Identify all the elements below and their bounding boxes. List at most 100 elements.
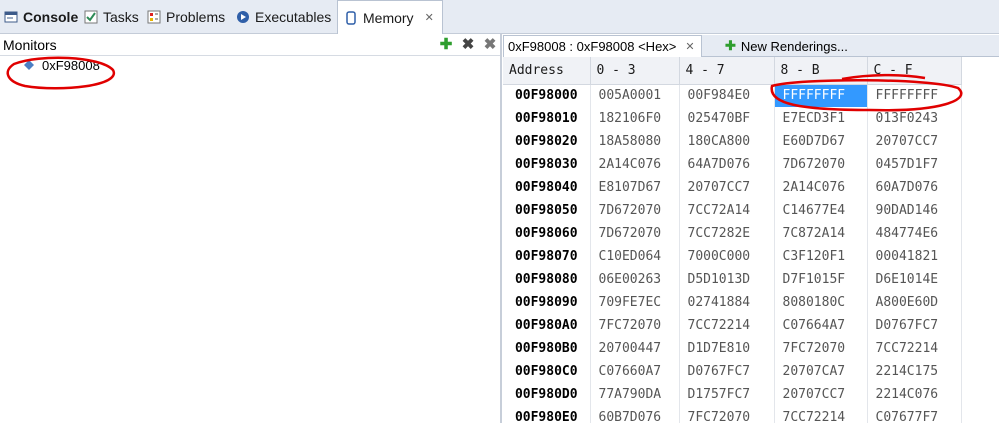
memory-value-cell[interactable]: 64A7D076	[679, 153, 775, 176]
memory-value-cell[interactable]: D6E1014E	[867, 268, 962, 291]
table-row[interactable]: 00F980A0 7FC72070 7CC72214 C07664A7 D0767FC7	[503, 314, 962, 337]
table-row[interactable]: 00F98080 06E00263 D5D1013D D7F1015F D6E1014E	[503, 268, 962, 291]
pane-divider[interactable]	[500, 34, 502, 423]
memory-value-cell[interactable]: 8080180C	[774, 291, 868, 314]
column-header-0-3[interactable]: 0 - 3	[590, 57, 680, 85]
memory-value-cell[interactable]: 005A0001	[590, 84, 680, 107]
memory-value-cell[interactable]: D1757FC7	[679, 383, 775, 406]
tab-hex-rendering[interactable]: 0xF98008 : 0xF98008 <Hex> ✕	[503, 35, 702, 57]
monitors-pane: Monitors ✚ ✖ ✖ 0xF98008	[0, 34, 502, 423]
table-row[interactable]: 00F98060 7D672070 7CC7282E 7C872A14 484774E6	[503, 222, 962, 245]
table-row[interactable]: 00F98020 18A58080 180CA800 E60D7D67 20707CC7	[503, 130, 962, 153]
memory-value-cell[interactable]: 7CC72214	[867, 337, 962, 360]
memory-value-cell[interactable]: 7FC72070	[590, 314, 680, 337]
memory-value-cell[interactable]: 7CC72214	[774, 406, 868, 423]
problems-icon	[147, 10, 161, 24]
memory-value-cell[interactable]: D0767FC7	[867, 314, 962, 337]
memory-value-cell[interactable]: 7D672070	[774, 153, 868, 176]
memory-value-cell[interactable]: D5D1013D	[679, 268, 775, 291]
column-header-8-b[interactable]: 8 - B	[774, 57, 868, 85]
add-monitor-icon[interactable]: ✚	[438, 36, 454, 53]
memory-value-cell[interactable]: C10ED064	[590, 245, 680, 268]
tab-problems[interactable]: Problems	[147, 0, 225, 34]
tab-executables[interactable]: Executables	[236, 0, 331, 34]
memory-value-cell[interactable]: 06E00263	[590, 268, 680, 291]
memory-value-cell[interactable]: 7C872A14	[774, 222, 868, 245]
memory-value-cell[interactable]: 90DAD146	[867, 199, 962, 222]
memory-value-cell[interactable]: 00F984E0	[679, 84, 775, 107]
memory-value-cell[interactable]: 7CC72A14	[679, 199, 775, 222]
memory-value-cell[interactable]: E7ECD3F1	[774, 107, 868, 130]
memory-value-cell[interactable]: 20707CC7	[774, 383, 868, 406]
memory-value-cell[interactable]: 60A7D076	[867, 176, 962, 199]
close-icon[interactable]: ✕	[685, 40, 694, 53]
memory-value-cell[interactable]: 2214C175	[867, 360, 962, 383]
column-header-c-f[interactable]: C - F	[867, 57, 962, 85]
memory-value-cell[interactable]: 00041821	[867, 245, 962, 268]
table-row[interactable]: 00F980E0 60B7D076 7FC72070 7CC72214 C07677F7	[503, 406, 962, 423]
memory-value-cell[interactable]: 77A790DA	[590, 383, 680, 406]
remove-monitor-icon[interactable]: ✖	[460, 36, 476, 53]
tab-memory[interactable]: Memory ✕	[337, 0, 443, 34]
table-row[interactable]: 00F980C0 C07660A7 D0767FC7 20707CA7 2214C175	[503, 360, 962, 383]
memory-value-cell[interactable]: 2A14C076	[774, 176, 868, 199]
memory-value-cell[interactable]: 02741884	[679, 291, 775, 314]
table-row[interactable]: 00F98050 7D672070 7CC72A14 C14677E4 90DAD146	[503, 199, 962, 222]
memory-value-cell[interactable]: 20707CC7	[679, 176, 775, 199]
memory-value-cell[interactable]: 013F0243	[867, 107, 962, 130]
memory-value-cell[interactable]: FFFFFFFF	[867, 84, 962, 107]
monitor-item-label: 0xF98008	[42, 58, 100, 73]
memory-value-cell[interactable]: FFFFFFFF	[774, 84, 868, 107]
table-row[interactable]: 00F98010 182106F0 025470BF E7ECD3F1 013F0243	[503, 107, 962, 130]
table-row[interactable]: 00F98000 005A0001 00F984E0 FFFFFFFF FFFFFFFF	[503, 84, 962, 107]
memory-value-cell[interactable]: 7CC7282E	[679, 222, 775, 245]
table-row[interactable]: 00F980B0 20700447 D1D7E810 7FC72070 7CC72214	[503, 337, 962, 360]
table-row[interactable]: 00F98090 709FE7EC 02741884 8080180C A800E60D	[503, 291, 962, 314]
memory-value-cell[interactable]: D0767FC7	[679, 360, 775, 383]
tab-new-renderings[interactable]: ✚ New Renderings...	[725, 35, 848, 57]
memory-value-cell[interactable]: C14677E4	[774, 199, 868, 222]
memory-value-cell[interactable]: C07677F7	[867, 406, 962, 423]
memory-value-cell[interactable]: 2214C076	[867, 383, 962, 406]
memory-value-cell[interactable]: 0457D1F7	[867, 153, 962, 176]
memory-value-cell[interactable]: 182106F0	[590, 107, 680, 130]
memory-value-cell[interactable]: 7CC72214	[679, 314, 775, 337]
table-row[interactable]: 00F98070 C10ED064 7000C000 C3F120F1 00041821	[503, 245, 962, 268]
tab-console[interactable]: Console	[4, 0, 78, 34]
tab-tasks[interactable]: Tasks	[84, 0, 139, 34]
hex-rendering-label: 0xF98008 : 0xF98008 <Hex>	[508, 39, 677, 54]
memory-value-cell[interactable]: 20707CA7	[774, 360, 868, 383]
close-icon[interactable]: ✕	[425, 11, 434, 24]
memory-value-cell[interactable]: A800E60D	[867, 291, 962, 314]
memory-value-cell[interactable]: E8107D67	[590, 176, 680, 199]
memory-value-cell[interactable]: 025470BF	[679, 107, 775, 130]
memory-value-cell[interactable]: C07660A7	[590, 360, 680, 383]
column-header-4-7[interactable]: 4 - 7	[679, 57, 775, 85]
memory-value-cell[interactable]: C3F120F1	[774, 245, 868, 268]
memory-value-cell[interactable]: D7F1015F	[774, 268, 868, 291]
memory-value-cell[interactable]: 20707CC7	[867, 130, 962, 153]
memory-value-cell[interactable]: 7FC72070	[774, 337, 868, 360]
memory-value-cell[interactable]: D1D7E810	[679, 337, 775, 360]
memory-value-cell[interactable]: 7FC72070	[679, 406, 775, 423]
memory-value-cell[interactable]: E60D7D67	[774, 130, 868, 153]
table-row[interactable]: 00F980D0 77A790DA D1757FC7 20707CC7 2214C076	[503, 383, 962, 406]
monitor-item[interactable]: 0xF98008	[24, 58, 100, 73]
memory-value-cell[interactable]: C07664A7	[774, 314, 868, 337]
memory-value-cell[interactable]: 2A14C076	[590, 153, 680, 176]
memory-value-cell[interactable]: 18A58080	[590, 130, 680, 153]
memory-value-cell[interactable]: 7D672070	[590, 222, 680, 245]
address-cell: 00F98040	[503, 176, 591, 199]
memory-value-cell[interactable]: 60B7D076	[590, 406, 680, 423]
table-row[interactable]: 00F98040 E8107D67 20707CC7 2A14C076 60A7D076	[503, 176, 962, 199]
memory-value-cell[interactable]: 7000C000	[679, 245, 775, 268]
remove-all-icon[interactable]: ✖	[482, 36, 498, 53]
memory-value-cell[interactable]: 7D672070	[590, 199, 680, 222]
memory-value-cell[interactable]: 709FE7EC	[590, 291, 680, 314]
add-rendering-icon: ✚	[725, 38, 736, 53]
memory-value-cell[interactable]: 180CA800	[679, 130, 775, 153]
memory-value-cell[interactable]: 484774E6	[867, 222, 962, 245]
table-row[interactable]: 00F98030 2A14C076 64A7D076 7D672070 0457D1F7	[503, 153, 962, 176]
column-header-address[interactable]: Address	[503, 57, 591, 85]
memory-value-cell[interactable]: 20700447	[590, 337, 680, 360]
